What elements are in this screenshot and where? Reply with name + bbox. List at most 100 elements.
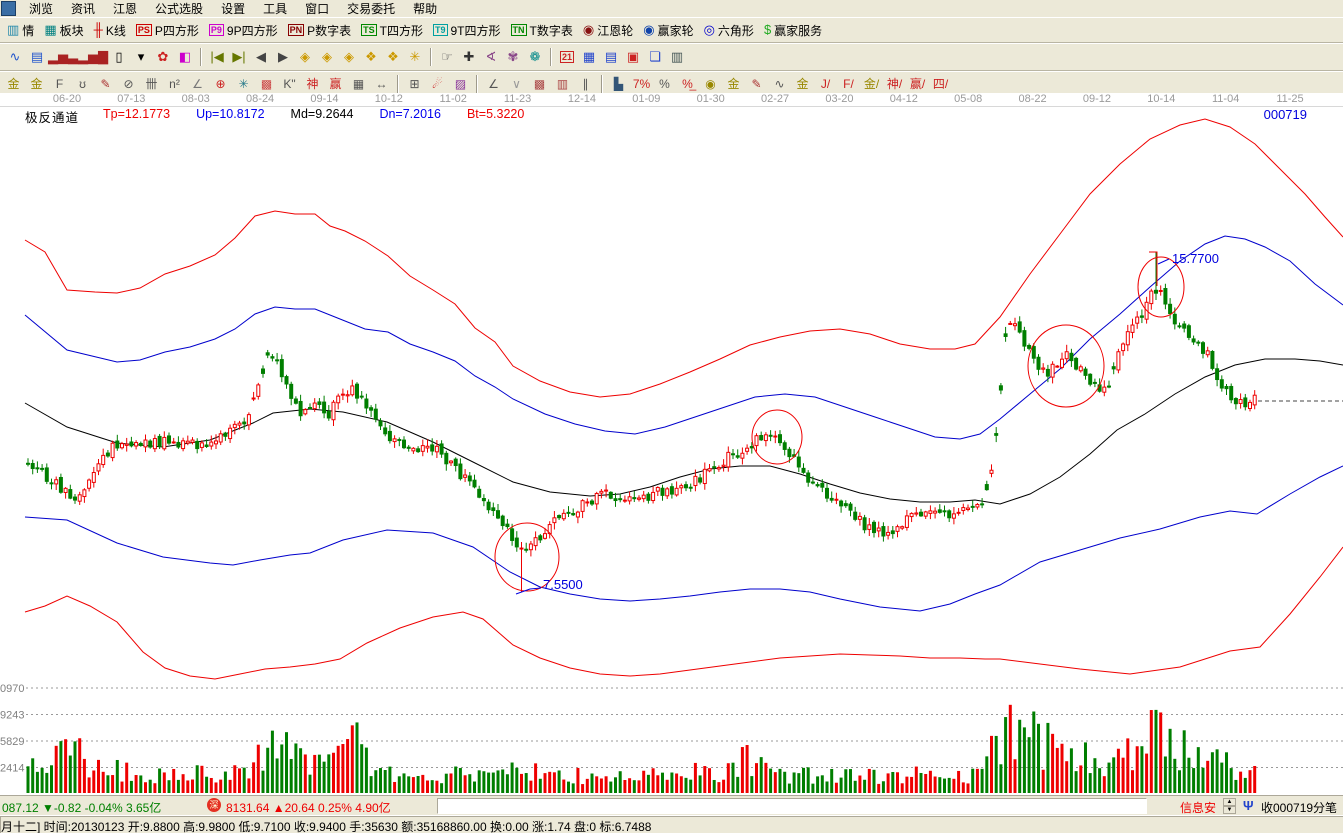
export-icon[interactable]: ❏ (644, 47, 666, 67)
angle-measure-icon[interactable]: ∢ (480, 47, 502, 67)
grid-b-icon[interactable]: ▥ (551, 74, 574, 94)
hexagon-button[interactable]: ◎六角形 (699, 19, 759, 41)
menu-item-1[interactable]: 资讯 (62, 1, 104, 17)
parallel-icon[interactable]: ∥ (574, 74, 597, 94)
t-number-table-button[interactable]: TNT数字表 (506, 19, 578, 41)
notebook-icon[interactable]: ▤ (600, 47, 622, 67)
menu-item-4[interactable]: 设置 (212, 1, 254, 17)
menu-item-6[interactable]: 窗口 (296, 1, 338, 17)
app-icon[interactable] (1, 1, 16, 16)
sector-board-button[interactable]: ▦板块 (39, 19, 88, 41)
p9-square-button[interactable]: P99P四方形 (204, 19, 283, 41)
gold-lines-icon[interactable]: 金 (722, 74, 745, 94)
t-square-button[interactable]: TST四方形 (356, 19, 428, 41)
calendar-icon[interactable]: 21 (556, 47, 578, 67)
t9-square-button[interactable]: T99T四方形 (428, 19, 506, 41)
spin-up-icon[interactable]: ▲ (1223, 798, 1236, 806)
frame-tool-icon[interactable]: ⊞ (403, 74, 426, 94)
span-tool-icon[interactable]: ↔ (370, 74, 393, 94)
gann-diamond-5-icon[interactable]: ❖ (382, 47, 404, 67)
last-page-icon[interactable]: ▶| (228, 47, 250, 67)
p-number-table-button[interactable]: PNP数字表 (283, 19, 357, 41)
kline-button-label: K线 (106, 22, 126, 39)
favorite-icon[interactable]: ✿ (152, 47, 174, 67)
prev-page-icon[interactable]: ◀ (250, 47, 272, 67)
volume-chart3-icon[interactable]: ▂▅▃ (48, 47, 78, 67)
clipped-quote-button[interactable]: ▥情 (2, 19, 39, 41)
calculator-icon[interactable]: ▦ (578, 47, 600, 67)
save-icon[interactable]: ▣ (622, 47, 644, 67)
pen-icon[interactable]: ✎ (94, 74, 117, 94)
box-purple-icon[interactable]: ▨ (449, 74, 472, 94)
gann-diamond-right-icon[interactable]: ◈ (316, 47, 338, 67)
fib-f-icon[interactable]: F (48, 74, 71, 94)
print-icon[interactable]: ▥ (666, 47, 688, 67)
trend-lines-icon[interactable]: ∠ (482, 74, 505, 94)
kline-button[interactable]: ╫K线 (89, 19, 131, 41)
next-page-icon[interactable]: ▶ (272, 47, 294, 67)
winner-service-button[interactable]: $赢家服务 (759, 19, 827, 41)
time-ruler-icon[interactable]: 卌 (140, 74, 163, 94)
win-tool-icon[interactable]: 赢 (324, 74, 347, 94)
knot-tool-icon[interactable]: ✾ (502, 47, 524, 67)
palette-icon[interactable]: ◧ (174, 47, 196, 67)
report-icon[interactable]: ▤ (26, 47, 48, 67)
gann-diamond-left-icon[interactable]: ◈ (294, 47, 316, 67)
winner-wheel-button[interactable]: ◉赢家轮 (638, 19, 698, 41)
kline-style-icon[interactable]: ▯ (108, 47, 130, 67)
wave-tool-icon[interactable]: ∿ (768, 74, 791, 94)
spin-control[interactable]: ▲ ▼ (1223, 798, 1236, 813)
price-chart-canvas[interactable]: 097092435829241415.77007.5500 (0, 107, 1343, 795)
menu-item-5[interactable]: 工具 (254, 1, 296, 17)
gold-circle-icon[interactable]: ◉ (699, 74, 722, 94)
gann-wheel-button[interactable]: ◉江恩轮 (578, 19, 638, 41)
menu-item-2[interactable]: 江恩 (104, 1, 146, 17)
date-tick-label: 08-22 (1018, 93, 1046, 105)
shen-tool-icon[interactable]: 神 (301, 74, 324, 94)
pen2-icon[interactable]: ✎ (745, 74, 768, 94)
p-square-button[interactable]: PSP四方形 (131, 19, 204, 41)
spin-down-icon[interactable]: ▼ (1223, 806, 1236, 814)
gold-ratio2-icon[interactable]: 金 (25, 74, 48, 94)
crosshair-tool-icon[interactable]: ✚ (458, 47, 480, 67)
percent-icon[interactable]: % (653, 74, 676, 94)
angle-mirror-icon[interactable]: ∠ (186, 74, 209, 94)
n-square-icon[interactable]: n² (163, 74, 186, 94)
j-line-icon[interactable]: J/ (814, 74, 837, 94)
date-tick-label: 11-23 (504, 93, 531, 105)
si-angle-icon[interactable]: 四/ (929, 74, 952, 94)
gann-grid-icon[interactable]: ▩ (255, 74, 278, 94)
gann-target-icon[interactable]: ⊕ (209, 74, 232, 94)
gann-diamond-3-icon[interactable]: ◈ (338, 47, 360, 67)
grid-a-icon[interactable]: ▩ (528, 74, 551, 94)
v-shape-icon[interactable]: ∨ (505, 74, 528, 94)
gann-diamond-4-icon[interactable]: ❖ (360, 47, 382, 67)
menu-item-8[interactable]: 帮助 (404, 1, 446, 17)
kline-style-dropdown[interactable]: ▾ (130, 47, 152, 67)
win-angle-icon[interactable]: 赢/ (906, 74, 929, 94)
fan-red-icon[interactable]: ☄ (426, 74, 449, 94)
gann-web-icon[interactable]: ✳ (232, 74, 255, 94)
percent-line-icon[interactable]: %̲ (676, 74, 699, 94)
spiral-icon[interactable]: ʊ (71, 74, 94, 94)
volume-chart9-icon[interactable]: ▂▅▇ (78, 47, 108, 67)
gann-wheel-button-icon: ◉ (583, 23, 594, 37)
browse-icon[interactable]: ∿ (4, 47, 26, 67)
menu-item-7[interactable]: 交易委托 (338, 1, 404, 17)
gold-angle-icon[interactable]: 金/ (860, 74, 883, 94)
column-chart-icon[interactable]: ▙ (607, 74, 630, 94)
circle-ruler-icon[interactable]: ⊘ (117, 74, 140, 94)
gold-ratio1-icon[interactable]: 金 (2, 74, 25, 94)
gold-lines2-icon[interactable]: 金 (791, 74, 814, 94)
menu-item-3[interactable]: 公式选股 (146, 1, 212, 17)
f-line-icon[interactable]: F/ (837, 74, 860, 94)
first-page-icon[interactable]: |◀ (206, 47, 228, 67)
menu-item-0[interactable]: 浏览 (20, 1, 62, 17)
shen-angle-icon[interactable]: 神/ (883, 74, 906, 94)
percent7-icon[interactable]: 7% (630, 74, 653, 94)
grid123-icon[interactable]: ▦ (347, 74, 370, 94)
gann-diamond-6-icon[interactable]: ✳ (404, 47, 426, 67)
k-quote-icon[interactable]: K" (278, 74, 301, 94)
hand-tool-icon[interactable]: ☞ (436, 47, 458, 67)
web-tool-icon[interactable]: ❁ (524, 47, 546, 67)
